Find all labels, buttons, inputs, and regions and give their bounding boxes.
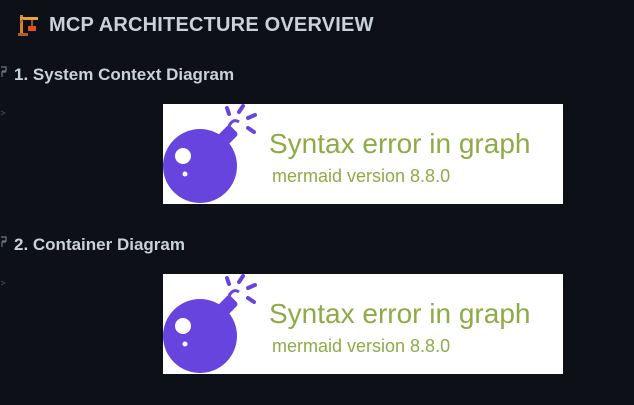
diagram-error-panel-1: Syntax error in graph mermaid version 8.… [163, 104, 563, 204]
bomb-icon [163, 274, 257, 373]
chevron-right-icon [0, 110, 7, 116]
page-title: MCP ARCHITECTURE OVERVIEW [49, 13, 374, 36]
bomb-icon [163, 104, 257, 203]
link-anchor-icon[interactable] [0, 66, 8, 78]
syntax-error-title: Syntax error in graph [269, 128, 531, 159]
syntax-error-title: Syntax error in graph [269, 298, 531, 329]
section-heading-system-context: 1. System Context Diagram [14, 65, 235, 84]
chevron-right-icon [0, 280, 7, 286]
document-page: MCP ARCHITECTURE OVERVIEW 1. System Cont… [0, 0, 634, 405]
mermaid-version-text: mermaid version 8.8.0 [272, 166, 451, 186]
construction-crane-icon [18, 15, 38, 36]
section-heading-container: 2. Container Diagram [14, 235, 185, 254]
mermaid-version-text: mermaid version 8.8.0 [272, 336, 451, 356]
diagram-error-panel-2: Syntax error in graph mermaid version 8.… [163, 274, 563, 374]
link-anchor-icon[interactable] [0, 236, 8, 248]
title-row: MCP ARCHITECTURE OVERVIEW [17, 13, 374, 37]
